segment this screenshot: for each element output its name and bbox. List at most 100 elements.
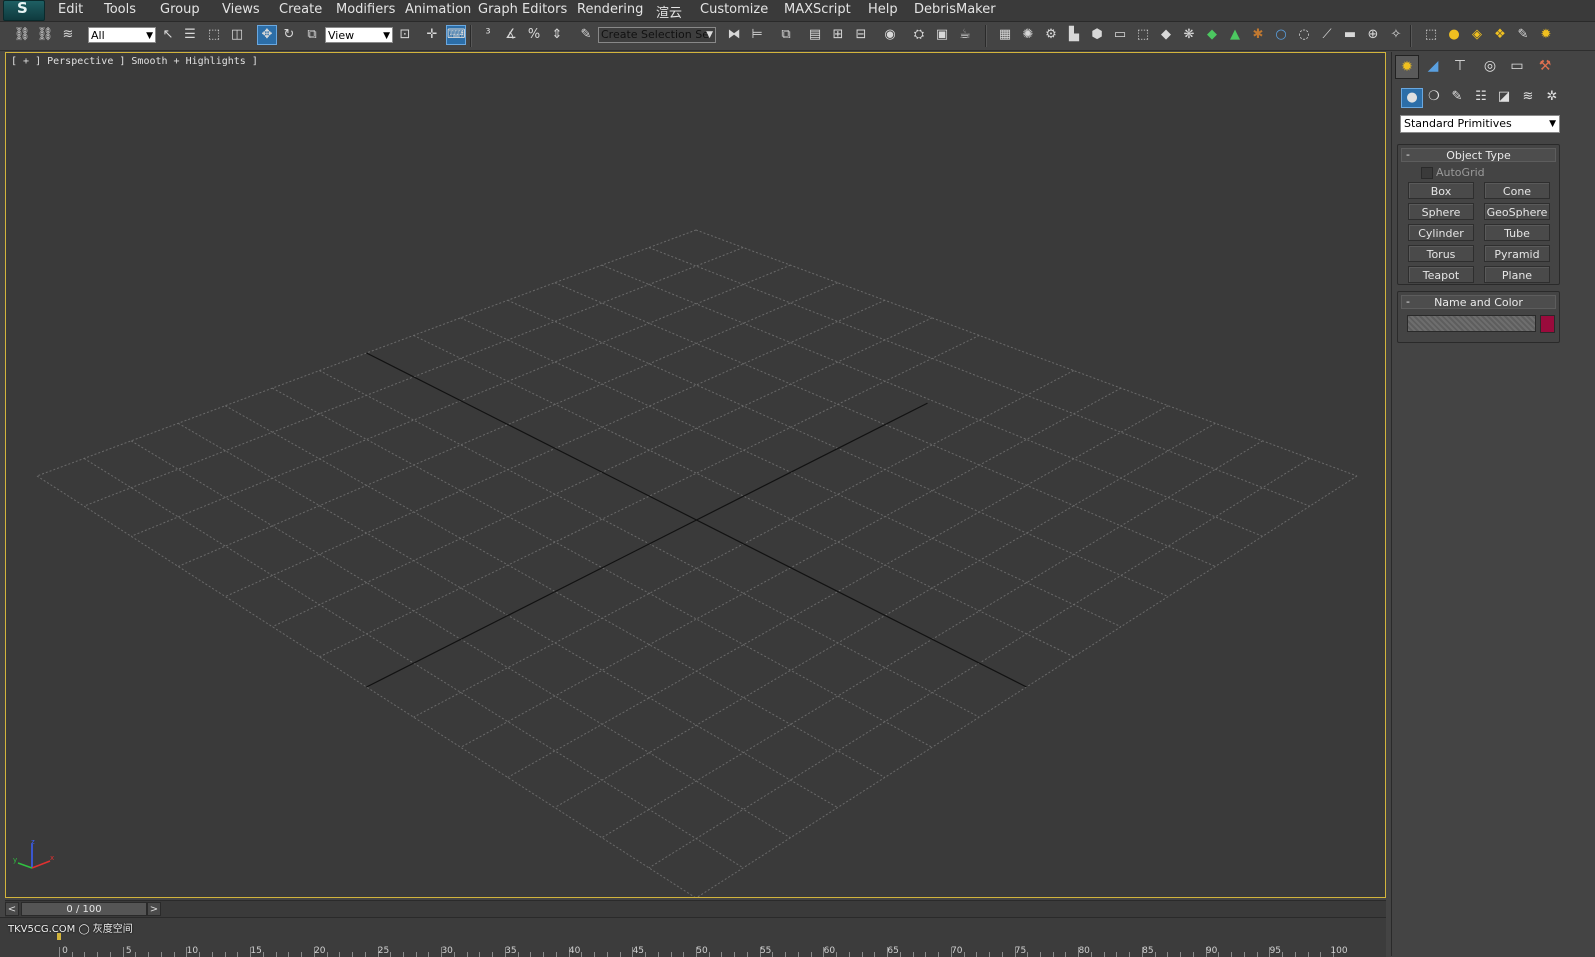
menu-create[interactable]: Create — [279, 2, 322, 17]
object-category-dropdown[interactable]: Standard Primitives ▼ — [1400, 115, 1560, 133]
render-production-icon[interactable]: ☕ — [956, 26, 974, 44]
plugin-tool-icon[interactable]: ❖ — [1491, 26, 1509, 44]
unlink-selection-icon[interactable]: ⛓ — [36, 26, 54, 44]
schematic-view-icon[interactable]: ⊟ — [852, 26, 870, 44]
select-and-link-icon[interactable]: ⛓ — [13, 26, 31, 44]
teapot-button[interactable]: Teapot — [1408, 266, 1474, 283]
menu-modifiers[interactable]: Modifiers — [336, 2, 395, 17]
render-setup-icon[interactable]: ⛭ — [910, 26, 928, 44]
geometry-category-icon[interactable]: ● — [1401, 88, 1423, 108]
autogrid-checkbox[interactable]: AutoGrid — [1421, 166, 1485, 179]
perspective-viewport[interactable]: [ + ] Perspective ] Smooth + Highlights … — [5, 52, 1386, 898]
light-icon[interactable]: ● — [1445, 26, 1463, 44]
box-button[interactable]: Box — [1408, 182, 1474, 199]
select-and-rotate-icon[interactable]: ↻ — [280, 26, 298, 44]
align-icon[interactable]: ⊨ — [748, 26, 766, 44]
menu-views[interactable]: Views — [222, 2, 260, 17]
hierarchy-tab-icon[interactable]: ⊤ — [1449, 55, 1471, 77]
plugin-tool-icon[interactable]: ○ — [1272, 26, 1290, 44]
menu-help[interactable]: Help — [868, 2, 898, 17]
select-object-icon[interactable]: ↖ — [159, 26, 177, 44]
plugin-tool-icon[interactable]: ⚙ — [1042, 26, 1060, 44]
menu-rendering[interactable]: Rendering — [577, 2, 643, 17]
grid-icon[interactable]: ▦ — [996, 26, 1014, 44]
plugin-tool-icon[interactable]: ▬ — [1341, 26, 1359, 44]
plugin-tool-icon[interactable]: ✱ — [1249, 26, 1267, 44]
systems-category-icon[interactable]: ✲ — [1542, 88, 1562, 106]
object-color-swatch[interactable] — [1540, 315, 1555, 333]
layer-manager-icon[interactable]: ⧉ — [777, 26, 795, 44]
time-slider-prev-button[interactable]: < — [5, 902, 19, 916]
select-and-manipulate-icon[interactable]: ✛ — [423, 26, 441, 44]
modify-tab-icon[interactable]: ◢ — [1422, 55, 1444, 77]
menu-xuanyun[interactable]: 渲云 — [656, 2, 682, 21]
select-and-move-icon[interactable]: ✥ — [257, 25, 277, 45]
plugin-tool-icon[interactable]: ⬚ — [1134, 26, 1152, 44]
snaps-toggle-icon[interactable]: ³ — [479, 26, 497, 44]
reference-coordinate-dropdown[interactable]: View ▼ — [325, 27, 393, 43]
object-name-field[interactable] — [1407, 315, 1536, 332]
torus-button[interactable]: Torus — [1408, 245, 1474, 262]
plugin-tool-icon[interactable]: ▙ — [1065, 26, 1083, 44]
helpers-category-icon[interactable]: ◪ — [1494, 88, 1514, 106]
menu-maxscript[interactable]: MAXScript — [784, 2, 851, 17]
plugin-tool-icon[interactable]: ▭ — [1111, 26, 1129, 44]
motion-tab-icon[interactable]: ◎ — [1479, 55, 1501, 77]
shapes-category-icon[interactable]: ❍ — [1424, 88, 1444, 106]
plugin-tool-icon[interactable]: ❋ — [1180, 26, 1198, 44]
helper-icon[interactable]: ✺ — [1019, 26, 1037, 44]
plane-button[interactable]: Plane — [1484, 266, 1550, 283]
material-editor-icon[interactable]: ◉ — [881, 26, 899, 44]
menu-tools[interactable]: Tools — [104, 2, 136, 17]
cameras-category-icon[interactable]: ☷ — [1471, 88, 1491, 106]
selection-filter-dropdown[interactable]: All ▼ — [88, 27, 156, 43]
mirror-icon[interactable]: ⧓ — [725, 26, 743, 44]
time-slider[interactable]: < 0 / 100 > — [5, 900, 1386, 917]
named-selection-set-dropdown[interactable]: Create Selection Se ▼ — [598, 27, 716, 43]
select-and-scale-icon[interactable]: ⧉ — [303, 26, 321, 44]
plugin-tool-icon[interactable]: ◌ — [1295, 26, 1313, 44]
plugin-tool-icon[interactable]: ✎ — [1514, 26, 1532, 44]
display-tab-icon[interactable]: ▭ — [1506, 55, 1528, 77]
name-and-color-rollout-header[interactable]: - Name and Color — [1401, 295, 1556, 309]
spinner-snap-icon[interactable]: ⇕ — [548, 26, 566, 44]
menu-animation[interactable]: Animation — [405, 2, 471, 17]
tree-icon[interactable]: ▲ — [1226, 26, 1244, 44]
plugin-tool-icon[interactable]: ◆ — [1203, 26, 1221, 44]
create-tab-icon[interactable]: ✹ — [1395, 55, 1419, 79]
menu-graph-editors[interactable]: Graph Editors — [478, 2, 567, 17]
menu-customize[interactable]: Customize — [700, 2, 768, 17]
angle-snap-icon[interactable]: ∡ — [502, 26, 520, 44]
plugin-tool-icon[interactable]: ⊕ — [1364, 26, 1382, 44]
space-warps-category-icon[interactable]: ≋ — [1518, 88, 1538, 106]
edit-named-selection-icon[interactable]: ✎ — [577, 26, 595, 44]
region-icon[interactable]: ⬚ — [1422, 26, 1440, 44]
geosphere-button[interactable]: GeoSphere — [1484, 203, 1550, 220]
cone-button[interactable]: Cone — [1484, 182, 1550, 199]
time-slider-next-button[interactable]: > — [147, 902, 161, 916]
plugin-tool-icon[interactable]: ◆ — [1157, 26, 1175, 44]
keyboard-shortcut-override-icon[interactable]: ⌨ — [446, 25, 466, 45]
rectangular-selection-icon[interactable]: ⬚ — [205, 26, 223, 44]
graphite-modeling-tools-icon[interactable]: ▤ — [806, 26, 824, 44]
percent-snap-icon[interactable]: % — [525, 26, 543, 44]
plugin-tool-icon[interactable]: ⟋ — [1318, 26, 1336, 44]
bind-to-space-warp-icon[interactable]: ≋ — [59, 26, 77, 44]
menu-group[interactable]: Group — [160, 2, 200, 17]
use-pivot-point-center-icon[interactable]: ⊡ — [396, 26, 414, 44]
sun-icon[interactable]: ✹ — [1537, 26, 1555, 44]
utilities-tab-icon[interactable]: ⚒ — [1534, 55, 1556, 77]
rendered-frame-window-icon[interactable]: ▣ — [933, 26, 951, 44]
curve-editor-icon[interactable]: ⊞ — [829, 26, 847, 44]
app-logo-button[interactable]: S — [3, 0, 45, 21]
lights-category-icon[interactable]: ✎ — [1447, 88, 1467, 106]
plugin-tool-icon[interactable]: ✧ — [1387, 26, 1405, 44]
time-slider-thumb[interactable]: 0 / 100 — [21, 902, 147, 916]
menu-debrismaker[interactable]: DebrisMaker — [914, 2, 996, 17]
cylinder-button[interactable]: Cylinder — [1408, 224, 1474, 241]
tube-button[interactable]: Tube — [1484, 224, 1550, 241]
menu-edit[interactable]: Edit — [58, 2, 83, 17]
plugin-tool-icon[interactable]: ◈ — [1468, 26, 1486, 44]
select-by-name-icon[interactable]: ☰ — [181, 26, 199, 44]
pyramid-button[interactable]: Pyramid — [1484, 245, 1550, 262]
